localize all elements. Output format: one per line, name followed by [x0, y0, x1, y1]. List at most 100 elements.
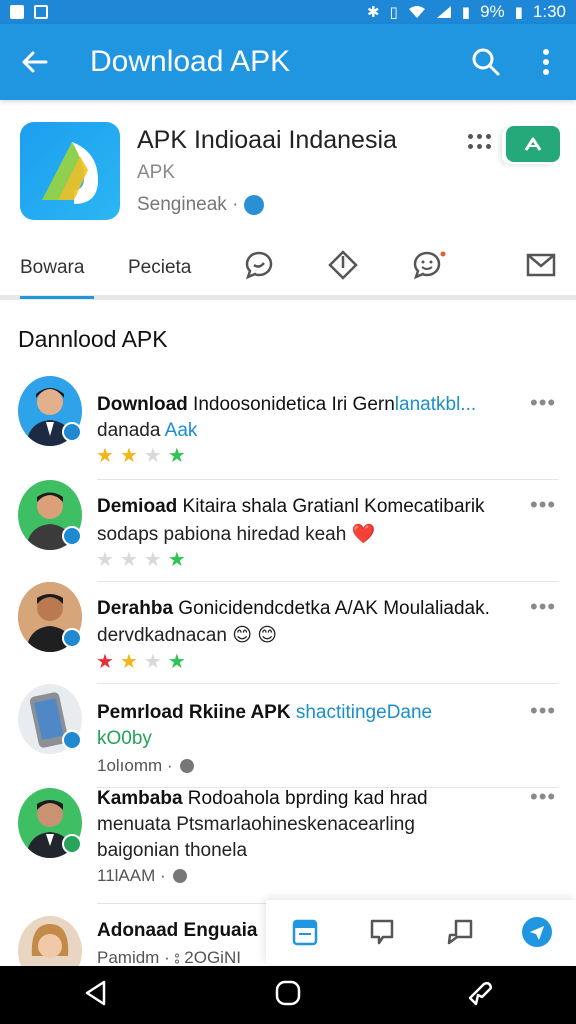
- smiley-chat-icon: [413, 251, 446, 280]
- notification-icon: [10, 5, 24, 19]
- item-subtitle-line-3: baigonian thonela: [97, 840, 248, 861]
- install-button[interactable]: [506, 126, 560, 162]
- star-icon: ★: [167, 445, 186, 467]
- battery-percent: 9%: [480, 2, 505, 21]
- star-icon: ★: [143, 651, 162, 673]
- search-button[interactable]: [456, 24, 516, 100]
- gallery-notification-icon: [34, 5, 48, 19]
- globe-icon: [172, 869, 187, 883]
- home-circle-icon: [275, 980, 301, 1005]
- star-icon: ★: [119, 445, 138, 467]
- item-title-bold: Download: [97, 394, 188, 415]
- item-title-text: Indoosonidetica Iri Gern: [187, 394, 395, 415]
- list-item[interactable]: Pemrload Rkiine APK shactitingeDane kO0b…: [0, 684, 576, 788]
- star-icon: ★: [167, 651, 186, 673]
- send-button[interactable]: [519, 914, 555, 950]
- item-title-bold: Demioad: [97, 496, 178, 517]
- app-header: APK Indioaai Indanesia APK Sengineak ·: [0, 100, 576, 240]
- star-icon: ★: [119, 549, 138, 571]
- floating-toolbar: [266, 900, 576, 964]
- star-icon: ★: [143, 549, 162, 571]
- item-subtitle: kO0by: [97, 728, 152, 749]
- calendar-button[interactable]: [287, 914, 323, 950]
- item-subtitle: dervdkadnacan 😊 😊: [97, 625, 278, 646]
- star-icon: ★: [96, 651, 114, 673]
- app-name: APK Indioaai Indanesia: [137, 126, 397, 154]
- nav-home-button[interactable]: [274, 979, 302, 1012]
- item-more-button[interactable]: •••: [530, 698, 556, 724]
- tab-chat[interactable]: [242, 248, 276, 282]
- overflow-menu-button[interactable]: [516, 24, 576, 100]
- developer-name: Sengineak ·: [137, 194, 239, 215]
- comment-icon: [371, 919, 394, 945]
- back-button[interactable]: [0, 24, 68, 100]
- nav-recents-button[interactable]: [466, 979, 494, 1012]
- download-arrow-icon: [524, 137, 542, 151]
- item-more-button[interactable]: •••: [530, 390, 556, 416]
- item-title-text: Kitaira shala Gratianl Komecatibarik: [177, 496, 485, 517]
- status-badge-icon: [62, 422, 82, 442]
- section-title: Dannlood APK: [18, 326, 168, 352]
- item-title-bold: Pemrload: [97, 702, 184, 723]
- list-item[interactable]: Derahba Gonicidendcdetka A/AK Moulaliada…: [0, 582, 576, 684]
- apps-grid-button[interactable]: [468, 134, 492, 150]
- rating-stars: ★ ★ ★ ★: [96, 652, 186, 672]
- nav-back-button[interactable]: [82, 979, 110, 1012]
- reply-bubble-icon: [447, 919, 472, 945]
- app-developer[interactable]: Sengineak ·: [137, 194, 265, 216]
- app-bar-title: Download APK: [90, 45, 291, 78]
- reply-button[interactable]: [442, 914, 478, 950]
- star-icon: ★: [167, 549, 186, 571]
- list-item[interactable]: Download Indoosonidetica Iri Gernlanatkb…: [0, 376, 576, 480]
- bluetooth-icon: ✱: [366, 3, 380, 21]
- item-title-bold: Derahba: [97, 598, 174, 619]
- list-item[interactable]: Kambaba Rodoahola bprding kad hrad menua…: [0, 784, 576, 912]
- wifi-icon: [408, 6, 425, 18]
- item-subtitle: sodaps pabiona hiredad keah ❤️: [97, 524, 376, 545]
- item-more-button[interactable]: •••: [530, 784, 556, 810]
- star-icon: ★: [96, 445, 114, 467]
- star-icon: ★: [143, 445, 162, 467]
- item-more-button[interactable]: •••: [530, 594, 556, 620]
- item-title-text: Rodoahola bprding kad hrad: [182, 788, 428, 809]
- item-title-accent: shactitingeDane: [295, 702, 433, 723]
- item-more-button[interactable]: •••: [530, 492, 556, 518]
- tab-navigate[interactable]: [326, 248, 360, 282]
- item-title-text: Gonicidendcdetka A/AK Moulaliadak.: [173, 598, 490, 619]
- comment-button[interactable]: [364, 914, 400, 950]
- list-item[interactable]: Demioad Kitaira shala Gratianl Komecatib…: [0, 480, 576, 582]
- back-triangle-icon: [85, 980, 106, 1005]
- app-logo-icon: [20, 122, 120, 220]
- battery-icon: ▮: [461, 3, 471, 21]
- vibrate-icon: ▯: [389, 3, 398, 21]
- status-badge-icon: [62, 834, 82, 854]
- tab-pecieta[interactable]: Pecieta: [128, 240, 191, 296]
- item-meta-text: 11lAAM ·: [97, 866, 166, 885]
- tab-bowara[interactable]: Bowara: [20, 240, 94, 299]
- diamond-navigation-icon: [328, 250, 358, 280]
- verified-badge-icon: [244, 195, 265, 215]
- status-bar: ✱ ▯ ▮ 9% ▮ 1:30: [0, 0, 576, 24]
- globe-icon: [179, 759, 194, 773]
- tab-reactions[interactable]: [412, 248, 446, 282]
- star-icon: ★: [96, 549, 114, 571]
- status-badge-icon: [62, 526, 82, 546]
- item-title-bold: Adonaad: [97, 920, 179, 941]
- status-badge-icon: [62, 730, 82, 750]
- system-navigation-bar: [0, 966, 576, 1024]
- item-title-text: Enguaia: [178, 920, 258, 941]
- item-title-bold: Kambaba: [97, 788, 183, 809]
- star-icon: ★: [119, 651, 138, 673]
- back-arrow-icon: [22, 51, 48, 73]
- item-title-text: Rkiine APK: [183, 702, 296, 723]
- item-subtitle: danada: [97, 420, 165, 441]
- item-title-accent: lanatkbl...: [394, 394, 477, 415]
- item-subtitle-accent: Aak: [164, 420, 198, 441]
- mail-icon: [526, 253, 556, 277]
- search-icon: [472, 48, 500, 76]
- tab-mail[interactable]: [524, 248, 558, 282]
- signal-icon: [436, 6, 451, 18]
- item-subtitle: menuata Ptsmarlaohineskenacearling: [97, 814, 415, 835]
- rating-stars: ★ ★ ★ ★: [96, 550, 186, 570]
- calendar-icon: [292, 919, 317, 946]
